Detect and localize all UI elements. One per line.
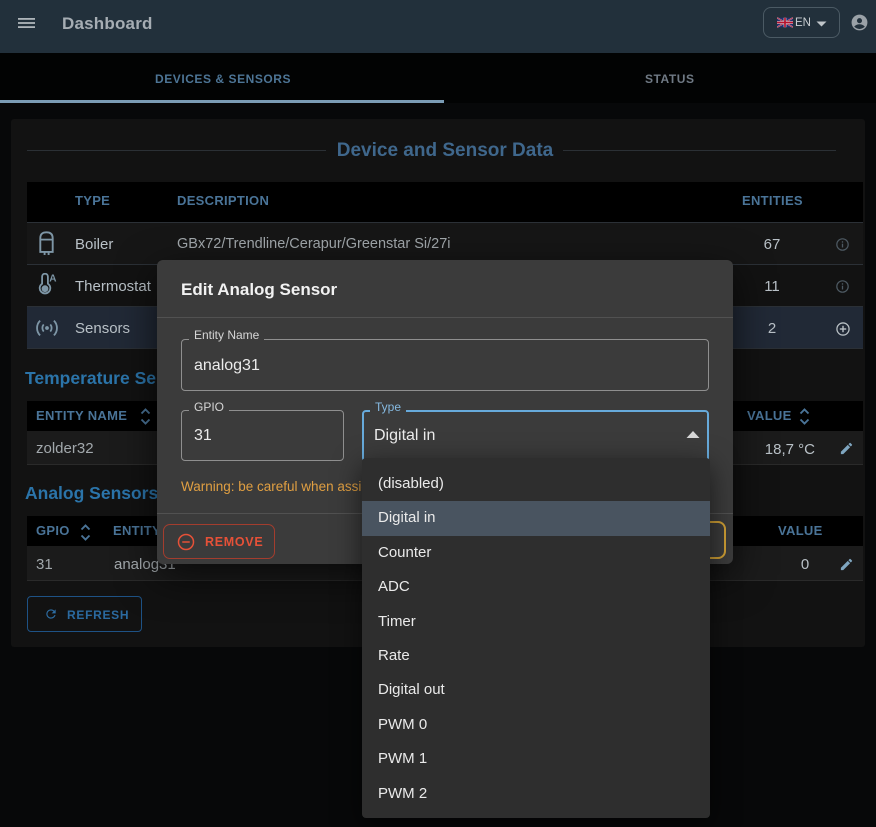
svg-text:A: A [49,274,56,285]
